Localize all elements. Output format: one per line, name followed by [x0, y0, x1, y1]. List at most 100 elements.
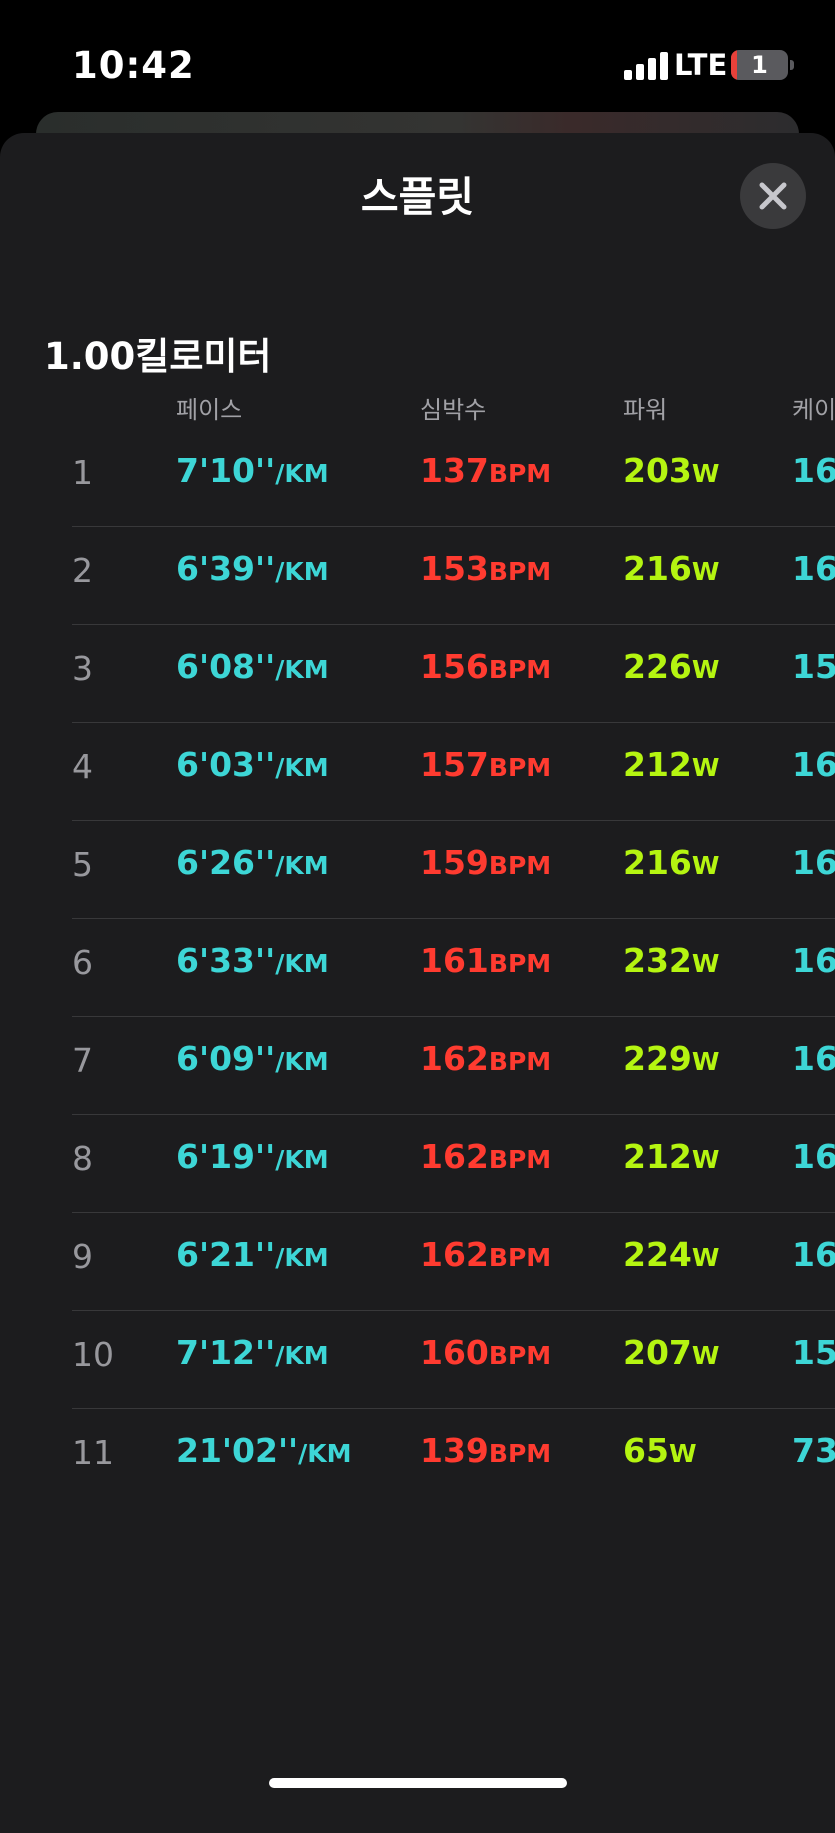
split-cadence: 16 — [792, 1039, 835, 1078]
split-index: 6 — [72, 943, 93, 982]
table-row[interactable]: 3 6'08''/KM 156BPM 226W 15 — [0, 625, 835, 723]
table-row[interactable]: 1 7'10''/KM 137BPM 203W 16 — [0, 429, 835, 527]
table-row[interactable]: 5 6'26''/KM 159BPM 216W 16 — [0, 821, 835, 919]
network-type: LTE — [674, 48, 728, 82]
split-cadence: 16 — [792, 1137, 835, 1176]
split-pace: 21'02''/KM — [176, 1431, 352, 1470]
cellular-signal-icon — [624, 52, 668, 80]
split-cadence: 16 — [792, 451, 835, 490]
split-cadence: 16 — [792, 549, 835, 588]
pace-unit: /KM — [275, 655, 329, 684]
battery-icon: 1 — [731, 50, 788, 80]
pace-unit: /KM — [298, 1439, 352, 1468]
split-cadence: 73 — [792, 1431, 835, 1470]
split-heart-rate: 162BPM — [420, 1235, 552, 1274]
split-heart-rate: 137BPM — [420, 451, 552, 490]
close-button[interactable] — [740, 163, 806, 229]
split-heart-rate: 156BPM — [420, 647, 552, 686]
home-indicator[interactable] — [269, 1778, 567, 1788]
split-power: 216W — [623, 549, 720, 588]
sheet-title: 스플릿 — [360, 173, 475, 221]
heart-rate-unit: BPM — [488, 949, 552, 978]
pace-unit: /KM — [275, 1243, 329, 1272]
split-pace: 6'26''/KM — [176, 843, 329, 882]
power-unit: W — [691, 851, 720, 880]
split-power: 207W — [623, 1333, 720, 1372]
heart-rate-unit: BPM — [488, 557, 552, 586]
split-pace: 6'19''/KM — [176, 1137, 329, 1176]
heart-rate-unit: BPM — [488, 1243, 552, 1272]
split-pace: 6'21''/KM — [176, 1235, 329, 1274]
heart-rate-unit: BPM — [488, 753, 552, 782]
table-row[interactable]: 9 6'21''/KM 162BPM 224W 16 — [0, 1213, 835, 1311]
table-row[interactable]: 2 6'39''/KM 153BPM 216W 16 — [0, 527, 835, 625]
split-pace: 6'39''/KM — [176, 549, 329, 588]
split-heart-rate: 160BPM — [420, 1333, 552, 1372]
heart-rate-unit: BPM — [488, 1439, 552, 1468]
heart-rate-unit: BPM — [488, 1341, 552, 1370]
split-pace: 6'08''/KM — [176, 647, 329, 686]
split-heart-rate: 139BPM — [420, 1431, 552, 1470]
split-cadence: 16 — [792, 941, 835, 980]
split-cadence: 16 — [792, 1235, 835, 1274]
pace-unit: /KM — [275, 1341, 329, 1370]
column-header-cadence: 케이 — [792, 396, 835, 424]
pace-unit: /KM — [275, 459, 329, 488]
power-unit: W — [691, 459, 720, 488]
power-unit: W — [691, 557, 720, 586]
split-index: 11 — [72, 1433, 114, 1472]
power-unit: W — [668, 1439, 697, 1468]
split-power: 65W — [623, 1431, 697, 1470]
power-unit: W — [691, 1145, 720, 1174]
split-index: 7 — [72, 1041, 93, 1080]
table-row[interactable]: 4 6'03''/KM 157BPM 212W 16 — [0, 723, 835, 821]
split-heart-rate: 161BPM — [420, 941, 552, 980]
split-index: 8 — [72, 1139, 93, 1178]
power-unit: W — [691, 1047, 720, 1076]
status-bar: 10:42 LTE 1 — [0, 0, 835, 120]
split-heart-rate: 153BPM — [420, 549, 552, 588]
split-heart-rate: 162BPM — [420, 1137, 552, 1176]
split-heart-rate: 157BPM — [420, 745, 552, 784]
split-index: 3 — [72, 649, 93, 688]
split-index: 9 — [72, 1237, 93, 1276]
table-row[interactable]: 6 6'33''/KM 161BPM 232W 16 — [0, 919, 835, 1017]
split-power: 203W — [623, 451, 720, 490]
split-power: 216W — [623, 843, 720, 882]
heart-rate-unit: BPM — [488, 851, 552, 880]
table-row[interactable]: 11 21'02''/KM 139BPM 65W 73 — [0, 1409, 835, 1507]
column-header-power: 파워 — [623, 396, 668, 424]
split-pace: 7'10''/KM — [176, 451, 329, 490]
split-index: 4 — [72, 747, 93, 786]
battery-level: 1 — [751, 51, 768, 79]
power-unit: W — [691, 1341, 720, 1370]
power-unit: W — [691, 949, 720, 978]
split-power: 212W — [623, 745, 720, 784]
split-pace: 6'33''/KM — [176, 941, 329, 980]
section-title: 1.00킬로미터 — [44, 335, 272, 378]
table-row[interactable]: 8 6'19''/KM 162BPM 212W 16 — [0, 1115, 835, 1213]
split-index: 10 — [72, 1335, 114, 1374]
close-icon — [759, 182, 787, 210]
column-header-heart-rate: 심박수 — [420, 396, 487, 424]
split-heart-rate: 162BPM — [420, 1039, 552, 1078]
column-header-pace: 페이스 — [176, 396, 243, 424]
split-power: 229W — [623, 1039, 720, 1078]
split-power: 212W — [623, 1137, 720, 1176]
battery-nub — [790, 60, 794, 70]
split-power: 232W — [623, 941, 720, 980]
split-heart-rate: 159BPM — [420, 843, 552, 882]
split-cadence: 15 — [792, 647, 835, 686]
split-pace: 6'09''/KM — [176, 1039, 329, 1078]
split-index: 5 — [72, 845, 93, 884]
heart-rate-unit: BPM — [488, 1145, 552, 1174]
heart-rate-unit: BPM — [488, 1047, 552, 1076]
pace-unit: /KM — [275, 753, 329, 782]
split-cadence: 16 — [792, 843, 835, 882]
pace-unit: /KM — [275, 1047, 329, 1076]
split-index: 1 — [72, 453, 93, 492]
table-row[interactable]: 10 7'12''/KM 160BPM 207W 15 — [0, 1311, 835, 1409]
split-cadence: 15 — [792, 1333, 835, 1372]
pace-unit: /KM — [275, 557, 329, 586]
table-row[interactable]: 7 6'09''/KM 162BPM 229W 16 — [0, 1017, 835, 1115]
